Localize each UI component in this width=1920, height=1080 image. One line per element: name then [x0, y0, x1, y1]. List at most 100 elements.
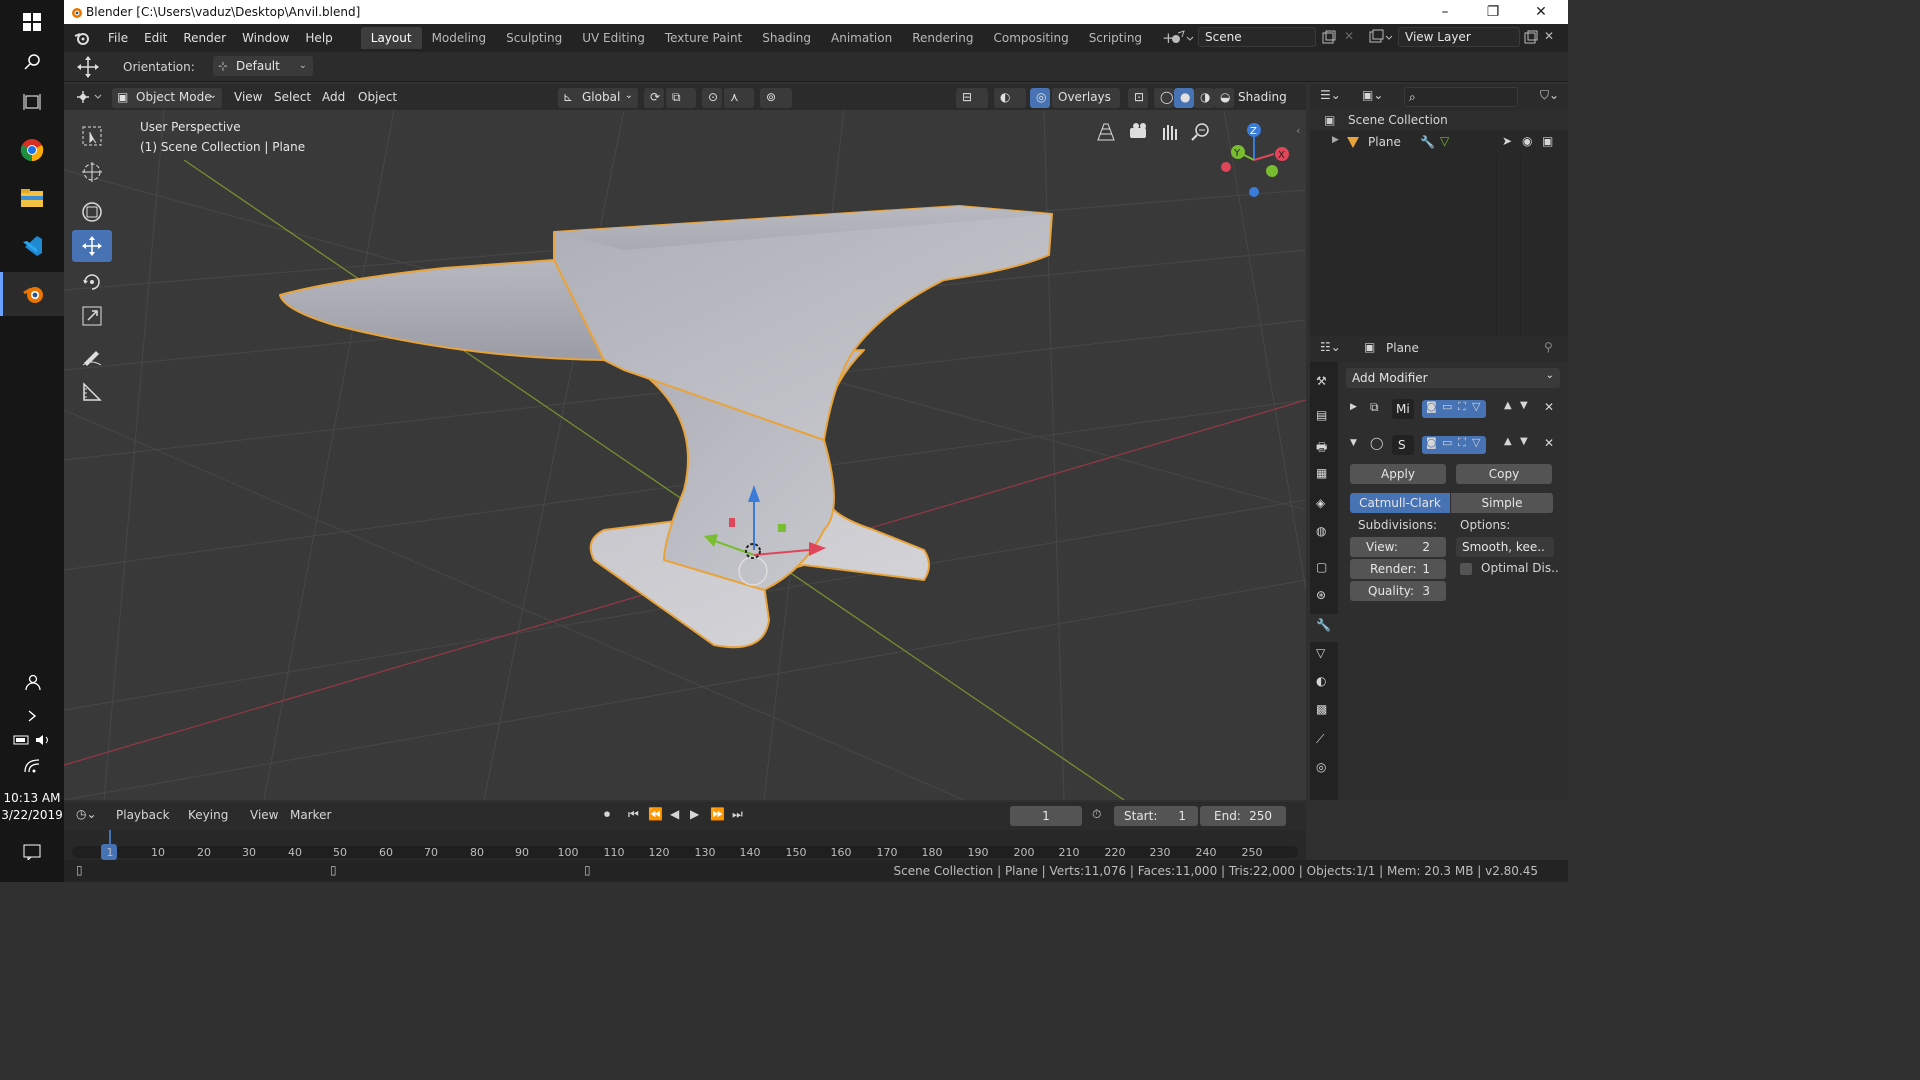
toggle-ortho-icon[interactable] [1097, 123, 1115, 141]
current-frame-field[interactable]: 1 [1010, 806, 1082, 826]
solid-shading-icon[interactable]: ● [1174, 88, 1194, 108]
display-mode-icon[interactable]: ▣⌄ [1362, 88, 1383, 102]
tab-animation[interactable]: Animation [821, 27, 902, 49]
tab-texture-paint[interactable]: Texture Paint [655, 27, 752, 49]
jump-end-icon[interactable]: ⏭ [732, 807, 743, 822]
vscode-icon[interactable] [0, 224, 64, 268]
editmode-toggle-icon[interactable]: ◙ [1426, 400, 1437, 413]
timeline[interactable]: 1 10 20 30 40 50 60 70 80 90 100 110 120… [64, 830, 1306, 860]
zoom-view-icon[interactable] [1191, 123, 1209, 141]
scale-tool-icon[interactable] [72, 300, 112, 332]
render-toggle-icon[interactable]: ⛶ [1458, 400, 1466, 414]
annotate-tool-icon[interactable] [72, 340, 112, 372]
end-frame-field[interactable]: End: 250 [1200, 806, 1286, 826]
output-tab-icon[interactable]: 🖶 [1316, 438, 1327, 459]
outliner-editor-type-icon[interactable]: ☰⌄ [1320, 88, 1341, 102]
play-reverse-icon[interactable]: ◀ [670, 807, 679, 821]
quality-field[interactable]: Quality: 3 [1350, 581, 1446, 601]
view-layer-browse-icon[interactable] [1368, 29, 1394, 45]
marker-menu[interactable]: Marker [290, 808, 331, 822]
pivot-point-icon[interactable]: ⟳ [644, 88, 664, 108]
pan-view-icon[interactable] [1163, 125, 1177, 140]
outliner-search-input[interactable]: ⌕ [1404, 87, 1518, 107]
windows-start-icon[interactable] [0, 0, 64, 44]
new-view-layer-icon[interactable] [1524, 30, 1538, 44]
texture-tab-icon[interactable]: ▩ [1316, 702, 1327, 716]
tab-rendering[interactable]: Rendering [902, 27, 983, 49]
proportional-edit-icon[interactable]: ⊙ [702, 88, 722, 108]
scene-browse-icon[interactable] [1168, 29, 1194, 47]
wireframe-shading-icon[interactable]: ◯ [1154, 88, 1174, 108]
apply-button[interactable]: Apply [1350, 464, 1446, 484]
editor-type-icon[interactable] [76, 89, 106, 105]
uv-smooth-dropdown[interactable]: Smooth, kee.. [1456, 537, 1554, 557]
viewport-toggle-icon[interactable]: ▭ [1442, 436, 1452, 449]
remove-modifier-icon[interactable]: ✕ [1544, 436, 1554, 450]
editmode-toggle-icon[interactable]: ◙ [1426, 436, 1437, 449]
viewport-toggle-icon[interactable]: ▭ [1442, 400, 1452, 413]
transform-tool-icon[interactable] [72, 196, 112, 228]
select-box-tool-icon[interactable] [72, 120, 112, 152]
blender-taskbar-icon[interactable] [0, 272, 64, 316]
tab-scripting[interactable]: Scripting [1079, 27, 1152, 49]
task-view-icon[interactable] [0, 80, 64, 124]
falloff-icon[interactable]: ⋏ [724, 88, 754, 108]
view-layer-field[interactable]: View Layer [1398, 27, 1520, 47]
menu-edit[interactable]: Edit [136, 31, 175, 45]
new-scene-icon[interactable] [1322, 30, 1336, 44]
outliner-row-scene-collection[interactable]: ▣ Scene Collection [1310, 110, 1568, 130]
optimal-display-checkbox[interactable] [1460, 563, 1472, 575]
tab-uv-editing[interactable]: UV Editing [572, 27, 655, 49]
modifier2-toggles[interactable]: ◙ ▭ ⛶ ▽ [1422, 436, 1486, 454]
material-shading-icon[interactable]: ◑ [1194, 88, 1214, 108]
visibility-eye-icon[interactable]: ◉ [1522, 134, 1532, 148]
anvil-object[interactable] [279, 205, 1053, 649]
menu-window[interactable]: Window [234, 31, 297, 45]
viewport-3d[interactable]: User Perspective (1) Scene Collection | … [64, 110, 1306, 800]
transform-orientation-dropdown[interactable]: ⊾ Global ⌄ [558, 88, 638, 108]
modifiers-tab[interactable]: 🔧 [1310, 614, 1338, 642]
object-mode-dropdown[interactable]: ▣ Object Mode ⌄ [112, 88, 222, 108]
simple-button[interactable]: Simple [1451, 493, 1553, 513]
playback-menu[interactable]: Playback [116, 808, 170, 822]
shading-dropdown[interactable]: Shading [1232, 88, 1298, 108]
menu-select[interactable]: Select [268, 88, 317, 108]
wifi-icon[interactable] [0, 744, 64, 788]
properties-editor-type-icon[interactable]: ☷⌄ [1320, 340, 1341, 354]
sidebar-toggle-icon[interactable]: ‹ [1296, 124, 1300, 137]
timeline-view-menu[interactable]: View [250, 808, 278, 822]
render-toggle-icon[interactable]: ⛶ [1458, 436, 1466, 450]
delete-scene-icon[interactable]: ✕ [1344, 29, 1354, 43]
modifier-subsurf-header[interactable]: ▼ ◯ S ◙ ▭ ⛶ ▽ ▲ ▼ ✕ [1338, 434, 1568, 456]
notification-icon[interactable] [0, 830, 64, 874]
modifier2-name-field[interactable]: S [1392, 435, 1414, 455]
tab-layout[interactable]: Layout [360, 27, 422, 49]
scene-tab-icon[interactable]: ◈ [1316, 496, 1325, 510]
expand-arrow-icon[interactable]: ▶ [1332, 135, 1339, 145]
search-icon[interactable] [0, 40, 64, 84]
move-up-icon[interactable]: ▲ [1504, 400, 1512, 411]
object-tab-icon[interactable]: ▢ [1316, 560, 1327, 574]
play-icon[interactable]: ▶ [690, 807, 699, 821]
world-tab-icon[interactable]: ◍ [1316, 524, 1326, 538]
next-keyframe-icon[interactable]: ⏩ [710, 807, 725, 821]
copy-button[interactable]: Copy [1456, 464, 1552, 484]
xray-toggle-icon[interactable]: ⊡ [1128, 88, 1148, 108]
menu-view[interactable]: View [228, 88, 268, 108]
expand-arrow-icon[interactable]: ▶ [1350, 402, 1357, 412]
previous-keyframe-icon[interactable]: ⏪ [648, 807, 663, 821]
snapping-icon[interactable]: ⊚ [760, 88, 792, 108]
modifier1-toggles[interactable]: ◙ ▭ ⛶ ▽ [1422, 400, 1486, 418]
snap-icon[interactable]: ⧉ [666, 88, 696, 108]
delete-view-layer-icon[interactable]: ✕ [1544, 29, 1554, 43]
move-tool-button-icon[interactable] [72, 230, 112, 262]
menu-file[interactable]: File [100, 31, 136, 45]
rotate-tool-icon[interactable] [72, 266, 112, 298]
tab-sculpting[interactable]: Sculpting [496, 27, 572, 49]
system-clock[interactable]: 10:13 AM 3/22/2019 [0, 790, 64, 824]
cage-toggle-icon[interactable]: ▽ [1472, 400, 1480, 413]
constraints-tab-icon[interactable]: ⊛ [1316, 588, 1326, 602]
navigation-gizmo[interactable]: Z X Y [1218, 120, 1298, 200]
camera-view-icon[interactable] [1130, 123, 1146, 138]
modifier-mirror-header[interactable]: ▶ ⧉ Mi ◙ ▭ ⛶ ▽ ▲ ▼ ✕ [1338, 398, 1568, 420]
